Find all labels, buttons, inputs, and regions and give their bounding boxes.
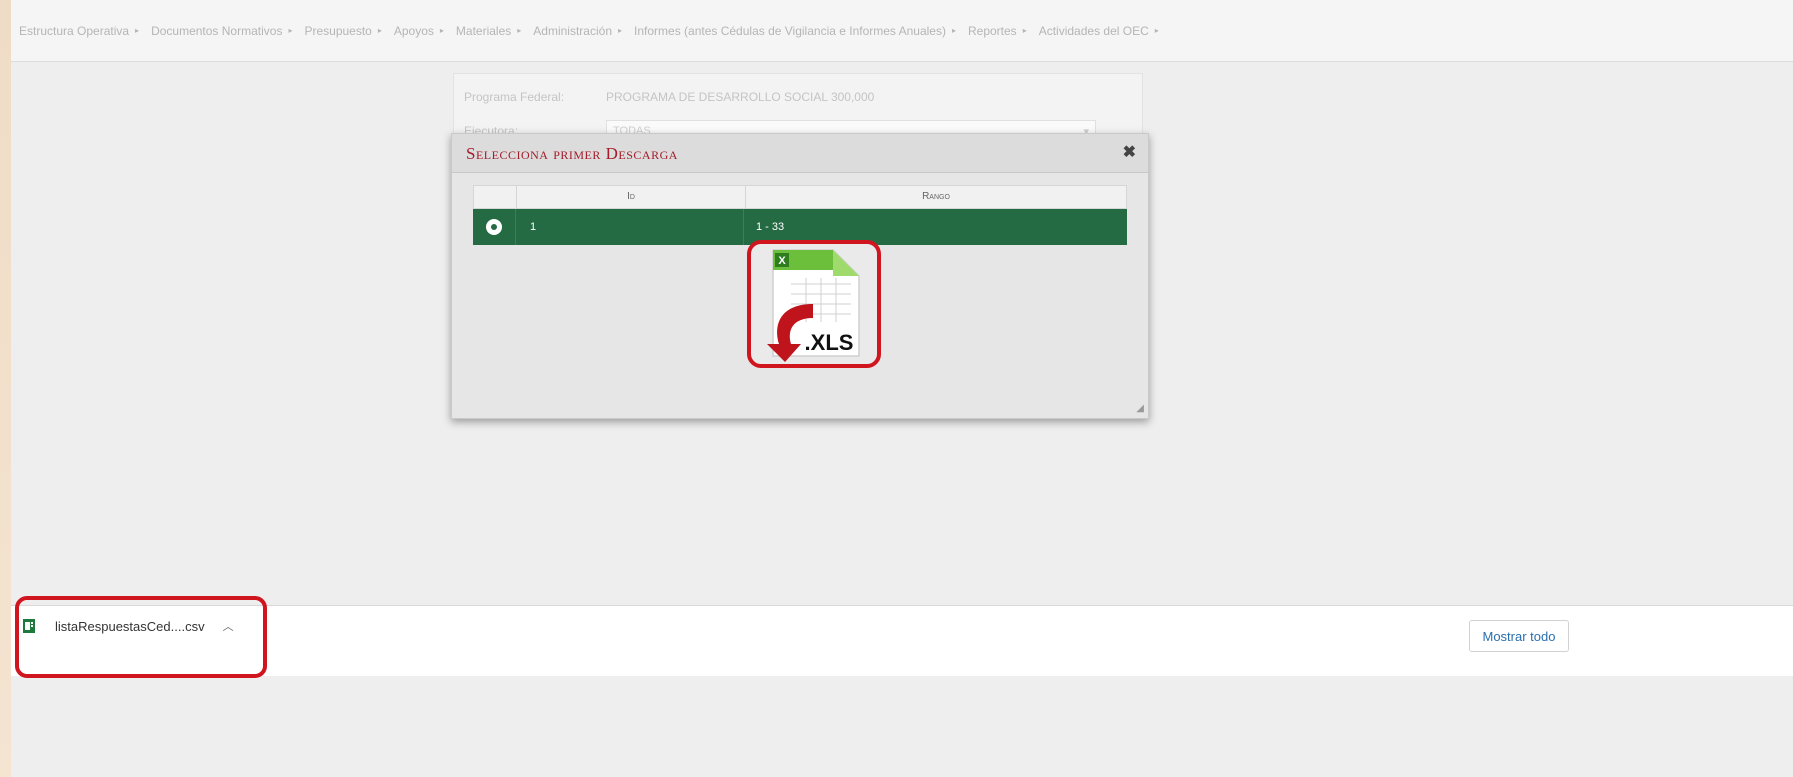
programa-value: PROGRAMA DE DESARROLLO SOCIAL 300,000 [606,90,875,104]
download-item[interactable]: listaRespuestasCed....csv ︿ [23,618,234,634]
menu-label: Apoyos [393,23,434,38]
chevron-right-icon: ▸ [377,26,382,35]
menu-label: Administración [533,23,612,38]
browser-download-bar: listaRespuestasCed....csv ︿ Mostrar todo [11,596,1793,678]
download-file-name[interactable]: listaRespuestasCed....csv [55,619,205,634]
menu-estructura-operativa[interactable]: Estructura Operativa ▸ [19,24,139,38]
close-icon[interactable]: ✖ [1123,142,1136,162]
chevron-right-icon: ▸ [135,26,140,35]
menu-presupuesto[interactable]: Presupuesto ▸ [304,24,381,38]
download-dialog: Selecciona primer Descarga ✖ Id Rango 1 … [451,133,1149,419]
xls-badge-text: .XLS [805,330,854,355]
menu-label: Informes (antes Cédulas de Vigilancia e … [634,23,946,38]
chevron-right-icon: ▸ [1154,26,1159,35]
menu-informes[interactable]: Informes (antes Cédulas de Vigilancia e … [634,24,956,38]
menu-label: Documentos Normativos [151,23,283,38]
chevron-right-icon: ▸ [517,26,522,35]
dialog-title: Selecciona primer Descarga [466,144,678,163]
app-frame: Estructura Operativa ▸ Documentos Normati… [11,0,1793,777]
xls-download-icon[interactable]: X .XLS [751,244,877,364]
menu-actividades-oec[interactable]: Actividades del OEC ▸ [1039,24,1159,38]
radio-selected-icon[interactable] [486,219,502,235]
menu-label: Presupuesto [304,23,372,38]
row-select-cell[interactable] [473,209,516,245]
menu-materiales[interactable]: Materiales ▸ [456,24,521,38]
show-all-button[interactable]: Mostrar todo [1469,620,1569,652]
header-select-cell [474,186,517,208]
menu-label: Estructura Operativa [19,23,130,38]
chevron-right-icon: ▸ [618,26,623,35]
menu-label: Actividades del OEC [1038,23,1149,38]
dialog-header: Selecciona primer Descarga ✖ [452,134,1148,173]
column-header-rango[interactable]: Rango [746,186,1126,208]
chevron-right-icon: ▸ [288,26,293,35]
chevron-right-icon: ▸ [1022,26,1027,35]
resize-grip-icon[interactable]: ◢ [1136,403,1144,414]
download-ranges-table: Id Rango 1 1 - 33 [473,185,1127,245]
cell-id: 1 [516,209,744,245]
column-header-id[interactable]: Id [517,186,746,208]
table-header: Id Rango [473,185,1127,209]
chevron-right-icon: ▸ [439,26,444,35]
csv-file-icon [23,619,35,633]
xls-download-highlight[interactable]: X .XLS [747,240,881,368]
menu-label: Materiales [455,23,512,38]
menu-reportes[interactable]: Reportes ▸ [968,24,1027,38]
menu-administracion[interactable]: Administración ▸ [533,24,622,38]
programa-label: Programa Federal: [464,90,565,104]
chevron-up-icon[interactable]: ︿ [223,618,234,634]
menu-label: Reportes [967,23,1017,38]
svg-text:X: X [778,255,786,267]
chevron-right-icon: ▸ [951,26,956,35]
menu-apoyos[interactable]: Apoyos ▸ [394,24,444,38]
programa-row: Programa Federal: PROGRAMA DE DESARROLLO… [454,82,1142,112]
download-item-highlight[interactable]: listaRespuestasCed....csv ︿ [15,596,267,678]
menu-documentos-normativos[interactable]: Documentos Normativos ▸ [151,24,292,38]
main-menubar: Estructura Operativa ▸ Documentos Normati… [11,0,1793,62]
